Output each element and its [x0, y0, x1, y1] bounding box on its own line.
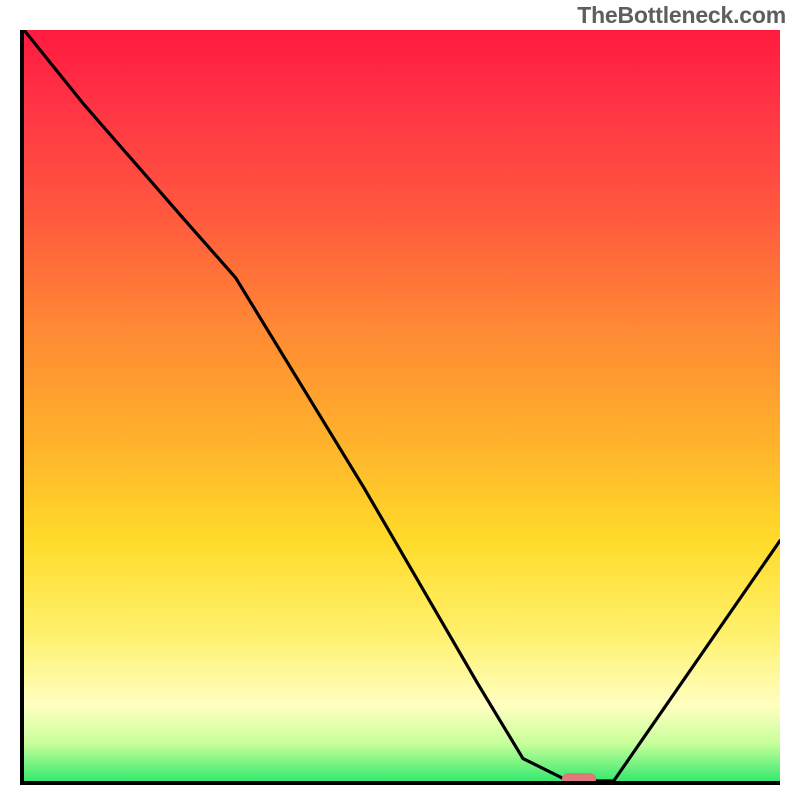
valley-marker: [562, 773, 596, 785]
curve-line: [24, 30, 780, 781]
watermark-text: TheBottleneck.com: [577, 2, 786, 29]
plot-area: [20, 30, 780, 785]
chart-container: TheBottleneck.com: [0, 0, 800, 800]
